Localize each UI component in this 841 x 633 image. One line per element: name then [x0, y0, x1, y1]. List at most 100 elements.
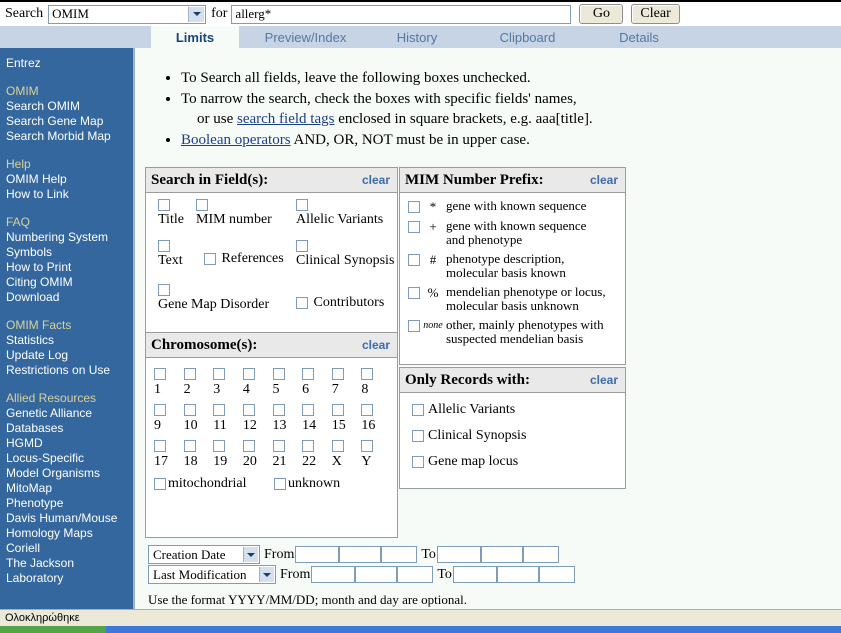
date-from-month-1[interactable] — [339, 546, 382, 563]
tab-limits[interactable]: Limits — [151, 26, 239, 48]
chromosome-8-checkbox[interactable] — [361, 368, 374, 380]
only-records-clinical-synopsis-checkbox[interactable] — [412, 430, 424, 442]
clear-button[interactable]: Clear — [631, 4, 680, 24]
sidebar-item-search-omim[interactable]: Search OMIM — [6, 99, 133, 114]
date-to-year-2[interactable] — [452, 566, 497, 583]
date-type-select-2[interactable]: Last Modification — [148, 565, 276, 584]
sidebar-item-how-to-link[interactable]: How to Link — [6, 187, 133, 202]
sidebar-item-phenotype[interactable]: Phenotype — [6, 496, 133, 511]
chromosome-3-checkbox[interactable] — [213, 368, 226, 380]
boolean-operators-link[interactable]: Boolean operators — [181, 132, 291, 148]
date-to-day-2[interactable] — [538, 566, 575, 583]
chromosome-15-checkbox[interactable] — [331, 404, 344, 416]
sidebar-item-mitomap[interactable]: MitoMap — [6, 481, 133, 496]
field-mim-number-checkbox[interactable] — [196, 199, 208, 211]
search-field-tags-link[interactable]: search field tags — [237, 111, 334, 127]
chromosome-7-checkbox[interactable] — [331, 368, 344, 380]
chromosome-mitochondrial-checkbox[interactable] — [154, 477, 166, 490]
sidebar-item-laboratory[interactable]: Laboratory — [6, 571, 133, 586]
sidebar-item-search-gene-map[interactable]: Search Gene Map — [6, 114, 133, 129]
field-clinical-synopsis-checkbox[interactable] — [296, 240, 308, 252]
date-to-day-1[interactable] — [522, 546, 559, 563]
sidebar-item-numbering-system[interactable]: Numbering System — [6, 230, 133, 245]
chromosome-x-checkbox[interactable] — [331, 440, 344, 452]
sidebar-item-how-to-print[interactable]: How to Print — [6, 260, 133, 275]
sidebar-item-restrictions-on-use[interactable]: Restrictions on Use — [6, 363, 133, 378]
sidebar-item-statistics[interactable]: Statistics — [6, 333, 133, 348]
chromosome-11-checkbox[interactable] — [213, 404, 226, 416]
chromosome-10-checkbox[interactable] — [183, 404, 196, 416]
sidebar-item-omim-help[interactable]: OMIM Help — [6, 172, 133, 187]
chromosome-6-checkbox[interactable] — [302, 368, 315, 380]
field-contributors-checkbox[interactable] — [296, 296, 308, 309]
sidebar-heading-omim[interactable]: OMIM — [6, 84, 133, 99]
only-records-allelic-variants-checkbox[interactable] — [412, 404, 424, 416]
sidebar-item-citing-omim[interactable]: Citing OMIM — [6, 275, 133, 290]
chromosome-22-checkbox[interactable] — [302, 440, 315, 452]
chevron-down-icon[interactable] — [259, 567, 274, 582]
tab-history[interactable]: History — [372, 26, 462, 48]
sidebar-item-davis-human-mouse[interactable]: Davis Human/Mouse — [6, 511, 133, 526]
sidebar-item-hgmd[interactable]: HGMD — [6, 436, 133, 451]
search-in-fields-clear-link[interactable]: clear — [362, 173, 390, 187]
database-select[interactable]: OMIM — [48, 4, 207, 24]
sidebar-item-the-jackson[interactable]: The Jackson — [6, 556, 133, 571]
mim-prefix-star-checkbox[interactable] — [408, 201, 420, 213]
field-references-checkbox[interactable] — [204, 252, 216, 265]
tab-preview-index[interactable]: Preview/Index — [243, 26, 368, 48]
go-button[interactable]: Go — [579, 4, 624, 24]
chromosome-13-checkbox[interactable] — [272, 404, 285, 416]
sidebar-item-symbols[interactable]: Symbols — [6, 245, 133, 260]
sidebar-item-coriell[interactable]: Coriell — [6, 541, 133, 556]
date-from-day-1[interactable] — [381, 546, 418, 563]
chromosome-clear-link[interactable]: clear — [362, 338, 390, 352]
date-type-select-1[interactable]: Creation Date — [148, 545, 260, 564]
field-text-checkbox[interactable] — [158, 240, 170, 252]
chromosome-9-checkbox[interactable] — [154, 404, 166, 416]
mim-number-prefix-clear-link[interactable]: clear — [590, 173, 618, 187]
chromosome-14-checkbox[interactable] — [302, 404, 315, 416]
only-records-gene-map-locus-checkbox[interactable] — [412, 456, 424, 468]
chromosome-18-checkbox[interactable] — [183, 440, 196, 452]
sidebar-heading-omim-facts[interactable]: OMIM Facts — [6, 318, 133, 333]
date-from-year-2[interactable] — [311, 566, 356, 583]
date-from-year-1[interactable] — [295, 546, 340, 563]
chevron-down-icon[interactable] — [243, 547, 258, 562]
chromosome-17-checkbox[interactable] — [154, 440, 166, 452]
sidebar-item-homology-maps[interactable]: Homology Maps — [6, 526, 133, 541]
sidebar-item-locus-specific[interactable]: Locus-Specific — [6, 451, 133, 466]
sidebar-heading-help[interactable]: Help — [6, 157, 133, 172]
sidebar-item-entrez[interactable]: Entrez — [6, 56, 133, 71]
tab-clipboard[interactable]: Clipboard — [475, 26, 580, 48]
chevron-down-icon[interactable] — [188, 6, 205, 22]
sidebar-item-model-organisms[interactable]: Model Organisms — [6, 466, 133, 481]
chromosome-y-checkbox[interactable] — [361, 440, 374, 452]
chromosome-4-checkbox[interactable] — [242, 368, 255, 380]
date-from-month-2[interactable] — [355, 566, 398, 583]
chromosome-16-checkbox[interactable] — [361, 404, 374, 416]
mim-prefix-percent-checkbox[interactable] — [408, 287, 420, 299]
chromosome-2-checkbox[interactable] — [183, 368, 196, 380]
mim-prefix-hash-checkbox[interactable] — [408, 254, 420, 266]
chromosome-1-checkbox[interactable] — [154, 368, 166, 380]
only-records-with-clear-link[interactable]: clear — [590, 373, 618, 387]
chromosome-5-checkbox[interactable] — [272, 368, 285, 380]
tab-details[interactable]: Details — [593, 26, 685, 48]
os-taskbar-start-button[interactable] — [0, 626, 106, 633]
mim-prefix-none-checkbox[interactable] — [408, 320, 420, 332]
sidebar-item-genetic-alliance[interactable]: Genetic Alliance — [6, 406, 133, 421]
chromosome-12-checkbox[interactable] — [242, 404, 255, 416]
sidebar-item-download[interactable]: Download — [6, 290, 133, 305]
date-from-day-2[interactable] — [397, 566, 434, 583]
date-to-year-1[interactable] — [436, 546, 481, 563]
field-title-checkbox[interactable] — [158, 199, 170, 211]
field-allelic-variants-checkbox[interactable] — [296, 199, 308, 211]
field-gene-map-disorder-checkbox[interactable] — [158, 284, 170, 296]
sidebar-heading-faq[interactable]: FAQ — [6, 215, 133, 230]
chromosome-20-checkbox[interactable] — [242, 440, 255, 452]
sidebar-heading-allied-resources[interactable]: Allied Resources — [6, 391, 133, 406]
chromosome-19-checkbox[interactable] — [213, 440, 226, 452]
search-input[interactable] — [231, 4, 572, 24]
sidebar-item-databases[interactable]: Databases — [6, 421, 133, 436]
chromosome-21-checkbox[interactable] — [272, 440, 285, 452]
